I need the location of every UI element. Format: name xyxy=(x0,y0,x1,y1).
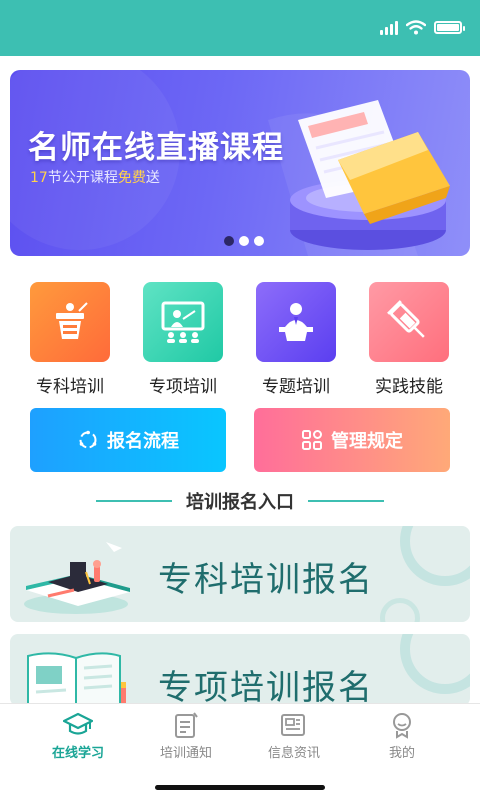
banner-subtitle: 17节公开课程免费送 xyxy=(30,170,160,186)
carousel-dot-2[interactable] xyxy=(239,236,249,246)
tab-label: 培训通知 xyxy=(159,746,212,761)
promo-banner[interactable]: 名师在线直播课程 17节公开课程免费送 xyxy=(10,70,470,256)
battery-icon xyxy=(434,21,465,34)
status-bar xyxy=(0,0,480,56)
carousel-dots[interactable] xyxy=(224,236,264,246)
carousel-dot-3[interactable] xyxy=(254,236,264,246)
divider xyxy=(308,500,384,502)
carousel-dot-1[interactable] xyxy=(224,236,234,246)
section-title: 培训报名入口 xyxy=(186,492,294,513)
category-row: 专科培训 专项培训 专题培训 实践技能 xyxy=(0,282,480,397)
category-label: 专项培训 xyxy=(149,377,217,397)
tab-label: 我的 xyxy=(388,746,415,761)
tab-online-learning[interactable]: 在线学习 xyxy=(18,710,138,761)
category-label: 专题培训 xyxy=(262,377,330,397)
graduation-books-illustration xyxy=(24,542,130,614)
divider xyxy=(96,500,172,502)
notice-icon xyxy=(175,712,198,738)
tab-training-notice[interactable]: 培训通知 xyxy=(126,710,246,761)
tab-label: 信息资讯 xyxy=(267,746,320,761)
documents-illustration xyxy=(268,100,450,256)
management-rules-button[interactable]: 管理规定 xyxy=(254,408,450,472)
category-topic[interactable]: 专题培训 xyxy=(246,282,346,397)
syringe-icon xyxy=(369,282,449,362)
classroom-board-icon xyxy=(143,282,223,362)
open-book-illustration xyxy=(27,652,126,706)
tab-label: 在线学习 xyxy=(51,746,104,761)
category-special-item[interactable]: 专项培训 xyxy=(133,282,233,397)
banner-title: 名师在线直播课程 xyxy=(28,130,284,166)
management-rules-label: 管理规定 xyxy=(331,431,403,452)
profile-icon xyxy=(393,713,411,739)
card-title: 专科培训报名 xyxy=(158,560,374,600)
category-label: 专科培训 xyxy=(36,377,104,397)
news-icon xyxy=(281,714,305,736)
section-header: 培训报名入口 xyxy=(0,488,480,514)
status-icons xyxy=(380,20,465,35)
lectern-icon xyxy=(30,282,110,362)
category-specialty[interactable]: 专科培训 xyxy=(20,282,120,397)
signal-icon xyxy=(380,20,398,35)
special-item-registration-card[interactable]: 专项培训报名 xyxy=(10,634,470,706)
card-title: 专项培训报名 xyxy=(158,668,374,706)
registration-process-button[interactable]: 报名流程 xyxy=(30,408,226,472)
wifi-icon xyxy=(406,20,426,35)
speaker-podium-icon xyxy=(256,282,336,362)
home-indicator[interactable] xyxy=(155,785,325,790)
mortarboard-icon xyxy=(63,712,93,735)
grid-icon xyxy=(302,430,322,450)
tab-profile[interactable]: 我的 xyxy=(342,710,462,761)
loop-icon xyxy=(79,430,97,449)
tab-news[interactable]: 信息资讯 xyxy=(234,710,354,761)
category-label: 实践技能 xyxy=(375,377,443,397)
category-practice[interactable]: 实践技能 xyxy=(359,282,459,397)
registration-process-label: 报名流程 xyxy=(107,431,179,452)
specialty-registration-card[interactable]: 专科培训报名 xyxy=(10,526,470,622)
